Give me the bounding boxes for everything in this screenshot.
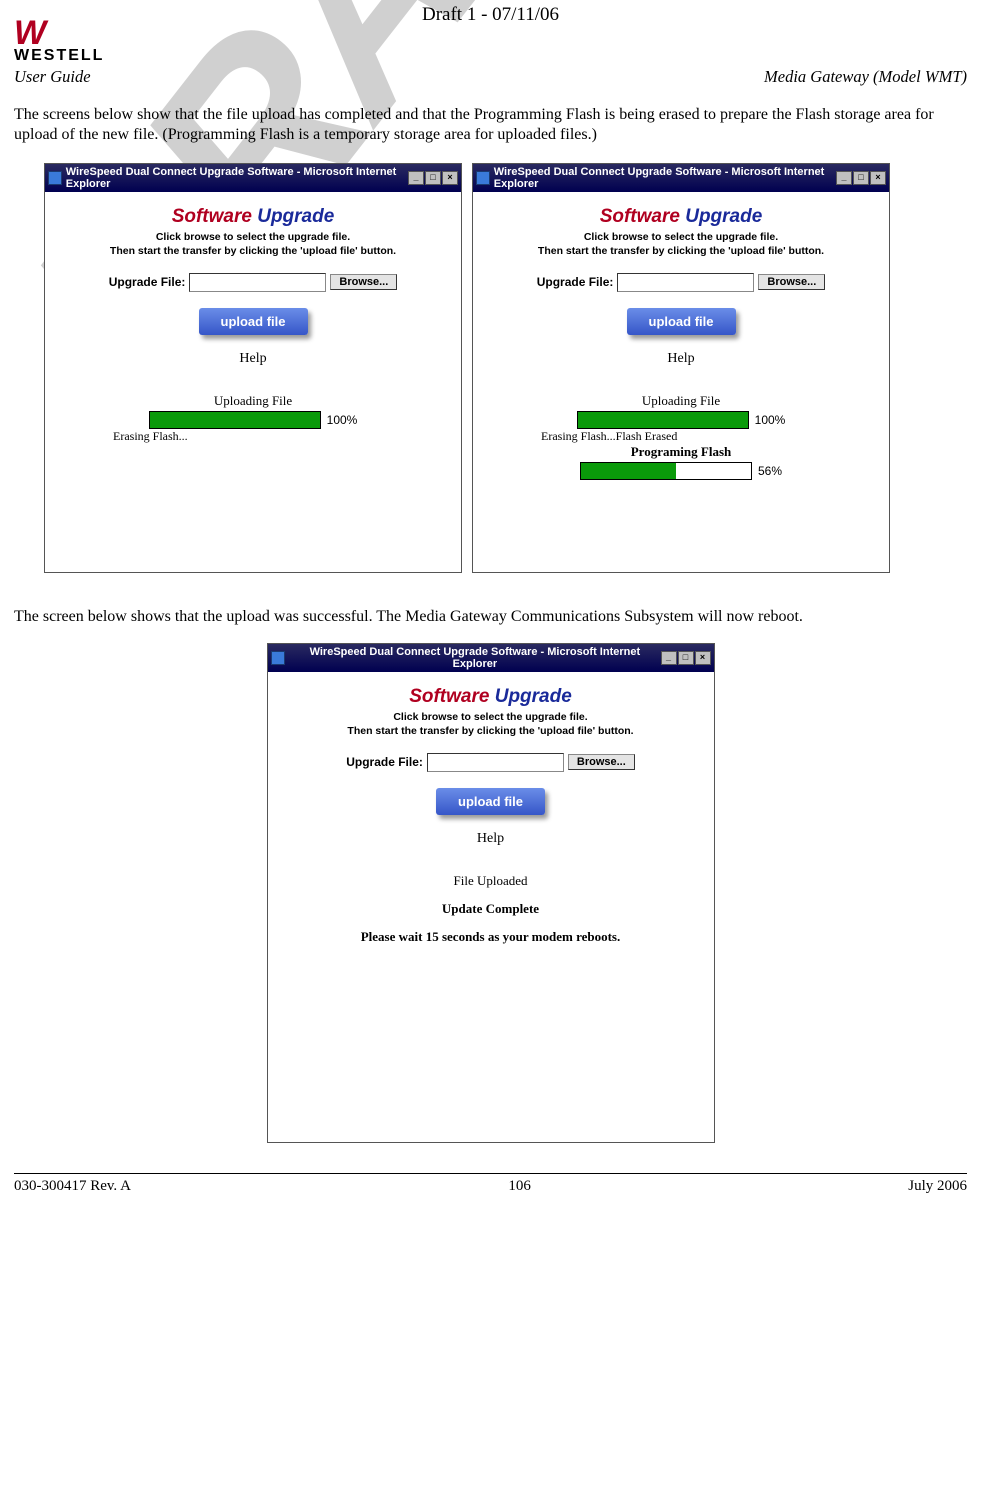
maximize-button[interactable]: □ (853, 171, 869, 185)
logo-brand: WESTELL (14, 47, 104, 65)
status-text: Erasing Flash...Flash Erased (541, 429, 881, 444)
subtitle-line-2: Then start the transfer by clicking the … (347, 725, 633, 737)
subtitle-line-1: Click browse to select the upgrade file. (584, 231, 778, 243)
upload-progress-bar (577, 411, 749, 429)
upload-file-button[interactable]: upload file (436, 788, 545, 815)
programing-flash-label: Programing Flash (481, 444, 881, 460)
paragraph-2: The screen below shows that the upload w… (14, 607, 967, 627)
status-text: Erasing Flash... (113, 429, 453, 444)
page-title: Software Upgrade (276, 686, 706, 708)
footer-date: July 2006 (908, 1178, 967, 1195)
header-right: Media Gateway (Model WMT) (764, 67, 967, 87)
upload-progress-bar (149, 411, 321, 429)
upgrade-file-input[interactable] (617, 273, 754, 292)
window-titlebar: WireSpeed Dual Connect Upgrade Software … (268, 644, 714, 672)
update-complete-msg: Update Complete (276, 901, 706, 917)
reboot-wait-msg: Please wait 15 seconds as your modem reb… (276, 929, 706, 945)
help-link[interactable]: Help (276, 831, 706, 847)
close-button[interactable]: × (442, 171, 458, 185)
browse-button[interactable]: Browse... (758, 274, 825, 290)
ie-app-icon (271, 651, 286, 665)
minimize-button[interactable]: _ (408, 171, 424, 185)
page-title: Software Upgrade (53, 206, 453, 228)
paragraph-1: The screens below show that the file upl… (14, 105, 967, 145)
subtitle-line-1: Click browse to select the upgrade file. (393, 711, 587, 723)
window-title: WireSpeed Dual Connect Upgrade Software … (289, 646, 660, 670)
flash-progress-bar (580, 462, 752, 480)
screenshot-1: WireSpeed Dual Connect Upgrade Software … (44, 163, 462, 573)
upgrade-file-input[interactable] (189, 273, 326, 292)
logo-mark: W (14, 20, 104, 47)
screenshot-2: WireSpeed Dual Connect Upgrade Software … (472, 163, 890, 573)
browse-button[interactable]: Browse... (330, 274, 397, 290)
browse-button[interactable]: Browse... (568, 754, 635, 770)
footer-rule (14, 1173, 967, 1174)
upgrade-file-label: Upgrade File: (346, 755, 423, 769)
window-title: WireSpeed Dual Connect Upgrade Software … (494, 166, 836, 190)
upload-file-button[interactable]: upload file (199, 308, 308, 335)
upgrade-file-label: Upgrade File: (537, 275, 614, 289)
subtitle-line-2: Then start the transfer by clicking the … (538, 245, 824, 257)
uploading-file-label: Uploading File (53, 393, 453, 409)
screenshot-3: WireSpeed Dual Connect Upgrade Software … (267, 643, 715, 1143)
help-link[interactable]: Help (53, 351, 453, 367)
upload-progress-percent: 100% (755, 413, 786, 427)
uploading-file-label: Uploading File (481, 393, 881, 409)
brand-logo: W WESTELL (14, 20, 104, 65)
upload-progress-percent: 100% (327, 413, 358, 427)
maximize-button[interactable]: □ (425, 171, 441, 185)
flash-progress-percent: 56% (758, 464, 782, 478)
page-title: Software Upgrade (481, 206, 881, 228)
window-title: WireSpeed Dual Connect Upgrade Software … (66, 166, 408, 190)
minimize-button[interactable]: _ (836, 171, 852, 185)
window-titlebar: WireSpeed Dual Connect Upgrade Software … (473, 164, 889, 192)
upgrade-file-input[interactable] (427, 753, 564, 772)
upgrade-file-label: Upgrade File: (109, 275, 186, 289)
footer-pagenum: 106 (508, 1178, 531, 1195)
ie-app-icon (48, 171, 62, 185)
ie-app-icon (476, 171, 490, 185)
help-link[interactable]: Help (481, 351, 881, 367)
close-button[interactable]: × (870, 171, 886, 185)
maximize-button[interactable]: □ (678, 651, 694, 665)
window-titlebar: WireSpeed Dual Connect Upgrade Software … (45, 164, 461, 192)
close-button[interactable]: × (695, 651, 711, 665)
subtitle-line-1: Click browse to select the upgrade file. (156, 231, 350, 243)
footer-docnum: 030-300417 Rev. A (14, 1178, 131, 1195)
file-uploaded-msg: File Uploaded (276, 873, 706, 889)
header-left: User Guide (14, 67, 91, 87)
upload-file-button[interactable]: upload file (627, 308, 736, 335)
subtitle-line-2: Then start the transfer by clicking the … (110, 245, 396, 257)
minimize-button[interactable]: _ (661, 651, 677, 665)
